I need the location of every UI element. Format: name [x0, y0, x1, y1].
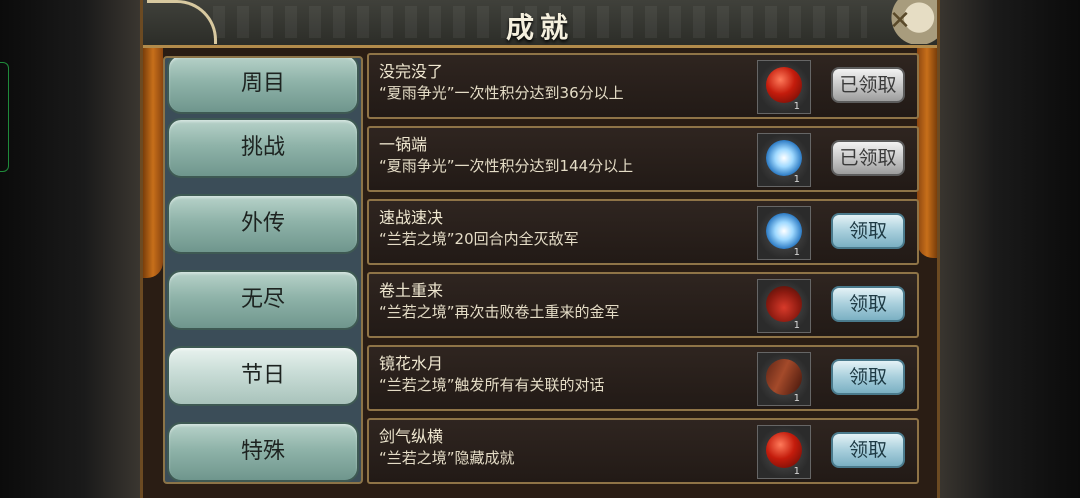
achievement-title: 卷土重来	[379, 281, 444, 300]
achievement-desc: “兰若之境”触发所有有关联的对话	[379, 376, 605, 394]
scroll-icon	[760, 353, 808, 401]
pouch-icon	[766, 286, 802, 322]
achievement-row: 速战速决 “兰若之境”20回合内全灭敌军 1 领取	[367, 199, 919, 265]
claim-button[interactable]: 领取	[831, 432, 905, 468]
reward-slot[interactable]: 1	[757, 279, 811, 333]
reward-qty: 1	[793, 247, 800, 258]
ruby-icon	[766, 432, 802, 468]
tab-waizhuan[interactable]: 外传	[167, 194, 359, 254]
reward-qty: 1	[793, 466, 800, 477]
edge-handle[interactable]	[0, 62, 9, 172]
claim-button[interactable]: 领取	[831, 286, 905, 322]
achievement-desc: “兰若之境”隐藏成就	[379, 449, 515, 467]
reward-slot[interactable]: 1	[757, 425, 811, 479]
claimed-button[interactable]: 已领取	[831, 67, 905, 103]
achievement-title: 剑气纵横	[379, 427, 444, 446]
curtain-left	[143, 48, 163, 278]
reward-qty: 1	[793, 393, 800, 404]
tab-jieri[interactable]: 节日	[167, 346, 359, 406]
title-bar: 成就 ✕	[143, 0, 937, 48]
tab-tiaozhan[interactable]: 挑战	[167, 118, 359, 178]
page-title: 成就	[505, 11, 574, 44]
tab-teshu[interactable]: 特殊	[167, 422, 359, 482]
tab-zhoumu[interactable]: 周目	[167, 58, 359, 114]
category-sidebar: 周目 挑战 外传 无尽 节日 特殊	[163, 56, 363, 484]
achievement-desc: “夏雨争光”一次性积分达到36分以上	[379, 84, 624, 102]
reward-qty: 1	[793, 174, 800, 185]
achievement-row: 卷土重来 “兰若之境”再次击败卷土重来的金军 1 领取	[367, 272, 919, 338]
achievement-title: 一锅端	[379, 135, 428, 154]
achievement-desc: “兰若之境”20回合内全灭敌军	[379, 230, 579, 248]
achievement-row: 一锅端 “夏雨争光”一次性积分达到144分以上 1 已领取	[367, 126, 919, 192]
achievement-title: 没完没了	[379, 62, 444, 81]
reward-slot[interactable]: 1	[757, 133, 811, 187]
achievement-title: 速战速决	[379, 208, 444, 227]
reward-slot[interactable]: 1	[757, 60, 811, 114]
achievement-title: 镜花水月	[379, 354, 444, 373]
achievement-desc: “夏雨争光”一次性积分达到144分以上	[379, 157, 634, 175]
claim-button[interactable]: 领取	[831, 359, 905, 395]
background-right	[938, 0, 1080, 498]
achievement-panel: 成就 ✕ 周目 挑战 外传 无尽 节日 特殊 没完没了 “夏雨争光”一次性积分达…	[140, 0, 940, 498]
achievement-desc: “兰若之境”再次击败卷土重来的金军	[379, 303, 620, 321]
curtain-right	[917, 48, 937, 258]
ruby-icon	[766, 67, 802, 103]
reward-slot[interactable]: 1	[757, 352, 811, 406]
close-icon[interactable]: ✕	[883, 4, 917, 38]
reward-qty: 1	[793, 101, 800, 112]
reward-qty: 1	[793, 320, 800, 331]
crystal-icon	[766, 213, 802, 249]
achievement-row: 镜花水月 “兰若之境”触发所有有关联的对话 1 领取	[367, 345, 919, 411]
crystal-icon	[766, 140, 802, 176]
reward-slot[interactable]: 1	[757, 206, 811, 260]
claim-button[interactable]: 领取	[831, 213, 905, 249]
claimed-button[interactable]: 已领取	[831, 140, 905, 176]
achievement-row: 剑气纵横 “兰若之境”隐藏成就 1 领取	[367, 418, 919, 484]
achievement-row: 没完没了 “夏雨争光”一次性积分达到36分以上 1 已领取	[367, 53, 919, 119]
tab-wujin[interactable]: 无尽	[167, 270, 359, 330]
background-left	[0, 0, 140, 498]
